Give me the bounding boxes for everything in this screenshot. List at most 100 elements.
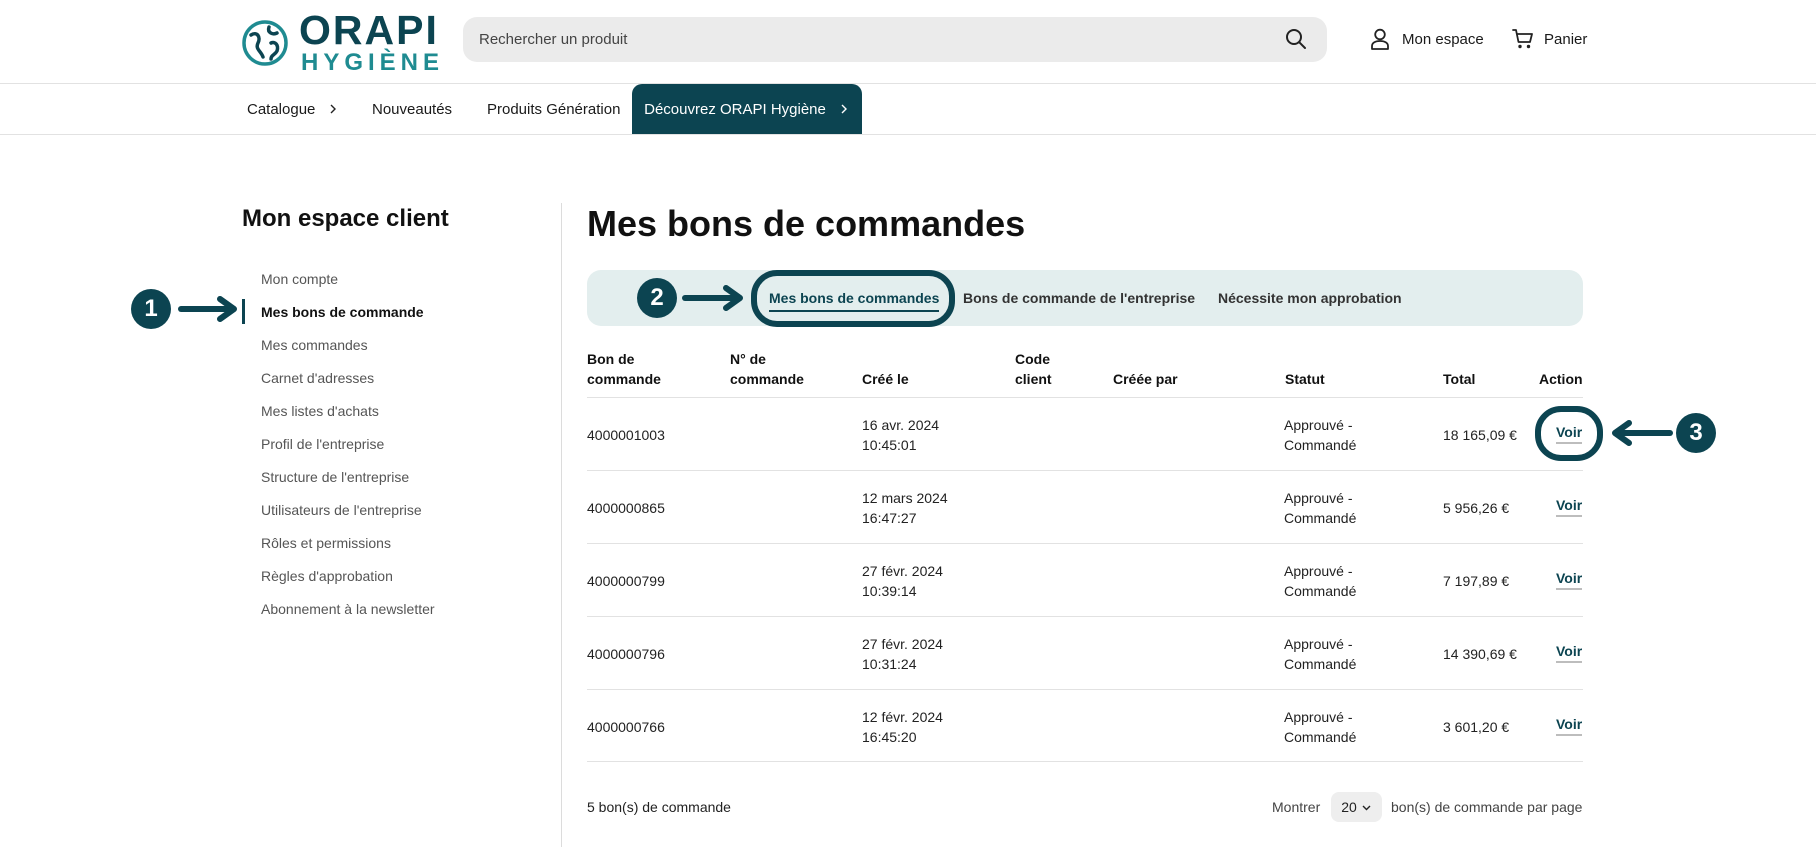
nav-decouvrez-label: Découvrez ORAPI Hygiène	[644, 100, 826, 118]
sidebar-title: Mon espace client	[242, 205, 449, 232]
tab-bons-commande-entreprise[interactable]: Bons de commande de l'entreprise	[963, 270, 1195, 326]
cell-status: Approuvé - Commandé	[1284, 634, 1356, 674]
cell-time: 10:31:24	[862, 656, 917, 672]
table-row: 4000000799 27 févr. 2024 10:39:14 Approu…	[587, 543, 1583, 616]
cell-created-date: 12 févr. 2024 16:45:20	[862, 707, 943, 747]
show-label: Montrer	[1272, 799, 1321, 815]
cell-date: 27 févr. 2024	[862, 563, 943, 579]
cell-date: 12 mars 2024	[862, 490, 948, 506]
cell-date: 12 févr. 2024	[862, 709, 943, 725]
cell-date: 16 avr. 2024	[862, 417, 940, 433]
cell-po-number: 4000000766	[587, 719, 665, 735]
column-header-line: Code	[1015, 351, 1050, 367]
voir-button[interactable]: Voir	[1556, 570, 1583, 590]
cell-time: 10:39:14	[862, 583, 917, 599]
per-page-suffix: bon(s) de commande par page	[1391, 799, 1583, 815]
cell-status-line: Approuvé -	[1284, 563, 1353, 579]
voir-button[interactable]: Voir	[1556, 716, 1583, 736]
cell-time: 16:47:27	[862, 510, 917, 526]
cell-total: 14 390,69 €	[1443, 646, 1517, 662]
cell-total: 5 956,26 €	[1443, 500, 1510, 516]
sidebar-item-newsletter[interactable]: Abonnement à la newsletter	[242, 592, 522, 625]
cell-created-date: 27 févr. 2024 10:39:14	[862, 561, 943, 601]
nav-decouvrez-orapi[interactable]: Découvrez ORAPI Hygiène	[632, 84, 862, 134]
account-link[interactable]: Mon espace	[1370, 26, 1484, 52]
column-header-line: commande	[730, 371, 804, 387]
sidebar-item-regles-approbation[interactable]: Règles d'approbation	[242, 559, 522, 592]
chevron-right-icon	[841, 104, 847, 114]
cell-status-line: Commandé	[1284, 656, 1357, 672]
user-icon	[1371, 28, 1389, 50]
cell-po-number: 4000000796	[587, 646, 665, 662]
cell-created-date: 27 févr. 2024 10:31:24	[862, 634, 943, 674]
table-bottom-border	[587, 761, 1583, 762]
cell-created-date: 16 avr. 2024 10:45:01	[862, 415, 939, 455]
orapi-logo[interactable]: ORAPI HYGIÈNE	[241, 7, 439, 76]
table-row: 4000001003 16 avr. 2024 10:45:01 Approuv…	[587, 397, 1583, 470]
annotation-highlight-voir	[1535, 406, 1603, 461]
cell-created-date: 12 mars 2024 16:47:27	[862, 488, 948, 528]
sidebar-item-carnet-adresses[interactable]: Carnet d'adresses	[242, 361, 522, 394]
nav-nouveautes[interactable]: Nouveautés	[372, 84, 452, 134]
sidebar-item-utilisateurs-entreprise[interactable]: Utilisateurs de l'entreprise	[242, 493, 522, 526]
chevron-right-icon	[330, 104, 337, 114]
cell-status: Approuvé - Commandé	[1284, 488, 1356, 528]
sidebar-item-profil-entreprise[interactable]: Profil de l'entreprise	[242, 427, 522, 460]
column-header-creee-par: Créée par	[1113, 371, 1178, 387]
search-bar[interactable]: Rechercher un produit	[463, 17, 1327, 62]
tab-necessite-approbation[interactable]: Nécessite mon approbation	[1218, 270, 1402, 326]
logo-wordmark-hygiene: HYGIÈNE	[301, 49, 445, 76]
column-header-bon-de-commande: Bon de commande	[587, 349, 661, 389]
column-header-statut: Statut	[1285, 371, 1325, 387]
cell-status-line: Approuvé -	[1284, 417, 1353, 433]
table-row: 4000000766 12 févr. 2024 16:45:20 Approu…	[587, 689, 1583, 762]
per-page-value: 20	[1341, 799, 1357, 815]
sidebar-menu: Mon compte Mes bons de commande Mes comm…	[242, 262, 522, 625]
table-row: 4000000865 12 mars 2024 16:47:27 Approuv…	[587, 470, 1583, 543]
cell-time: 16:45:20	[862, 729, 917, 745]
voir-button[interactable]: Voir	[1556, 497, 1583, 517]
sidebar-item-mon-compte[interactable]: Mon compte	[242, 262, 522, 295]
cell-po-number: 4000000799	[587, 573, 665, 589]
cell-status-line: Approuvé -	[1284, 709, 1353, 725]
column-header-numero-commande: N° de commande	[730, 349, 804, 389]
sidebar-item-listes-achats[interactable]: Mes listes d'achats	[242, 394, 522, 427]
result-count: 5 bon(s) de commande	[587, 799, 731, 815]
column-header-line: Bon de	[587, 351, 635, 367]
table-row: 4000000796 27 févr. 2024 10:31:24 Approu…	[587, 616, 1583, 689]
annotation-highlight-tab	[751, 270, 955, 327]
cell-status-line: Commandé	[1284, 437, 1357, 453]
cart-label: Panier	[1544, 30, 1588, 48]
globe-logo-icon	[242, 20, 288, 66]
annotation-arrow-right-icon	[178, 296, 237, 322]
cell-status-line: Commandé	[1284, 510, 1357, 526]
cell-time: 10:45:01	[862, 437, 917, 453]
cell-status-line: Approuvé -	[1284, 490, 1353, 506]
sidebar-item-structure-entreprise[interactable]: Structure de l'entreprise	[242, 460, 522, 493]
cart-icon	[1512, 29, 1533, 49]
sidebar-item-roles-permissions[interactable]: Rôles et permissions	[242, 526, 522, 559]
search-icon[interactable]	[1285, 28, 1307, 50]
search-input[interactable]: Rechercher un produit	[479, 31, 627, 48]
main-navigation: Catalogue Nouveautés Produits Génération…	[0, 84, 1816, 135]
logo-wordmark-orapi: ORAPI	[299, 7, 439, 53]
cell-status-line: Commandé	[1284, 583, 1357, 599]
nav-catalogue-label: Catalogue	[247, 100, 316, 118]
column-header-cree-le: Créé le	[862, 371, 909, 387]
column-header-action: Action	[1539, 371, 1583, 387]
cell-total: 7 197,89 €	[1443, 573, 1510, 589]
annotation-badge-2: 2	[637, 278, 677, 318]
site-header: ORAPI HYGIÈNE Rechercher un produit Mon …	[0, 0, 1816, 84]
sidebar-item-mes-commandes[interactable]: Mes commandes	[242, 328, 522, 361]
nav-produits-generation[interactable]: Produits Génération	[487, 84, 620, 134]
cell-date: 27 févr. 2024	[862, 636, 943, 652]
cell-total: 3 601,20 €	[1443, 719, 1510, 735]
voir-button[interactable]: Voir	[1556, 643, 1583, 663]
sidebar-item-mes-bons-de-commande[interactable]: Mes bons de commande	[242, 295, 522, 328]
per-page-select[interactable]: 20	[1331, 792, 1382, 822]
annotation-arrow-right-icon	[682, 285, 743, 311]
column-header-line: N° de	[730, 351, 766, 367]
nav-catalogue[interactable]: Catalogue	[247, 84, 339, 134]
cart-link[interactable]: Panier	[1512, 26, 1587, 52]
cell-status: Approuvé - Commandé	[1284, 707, 1356, 747]
